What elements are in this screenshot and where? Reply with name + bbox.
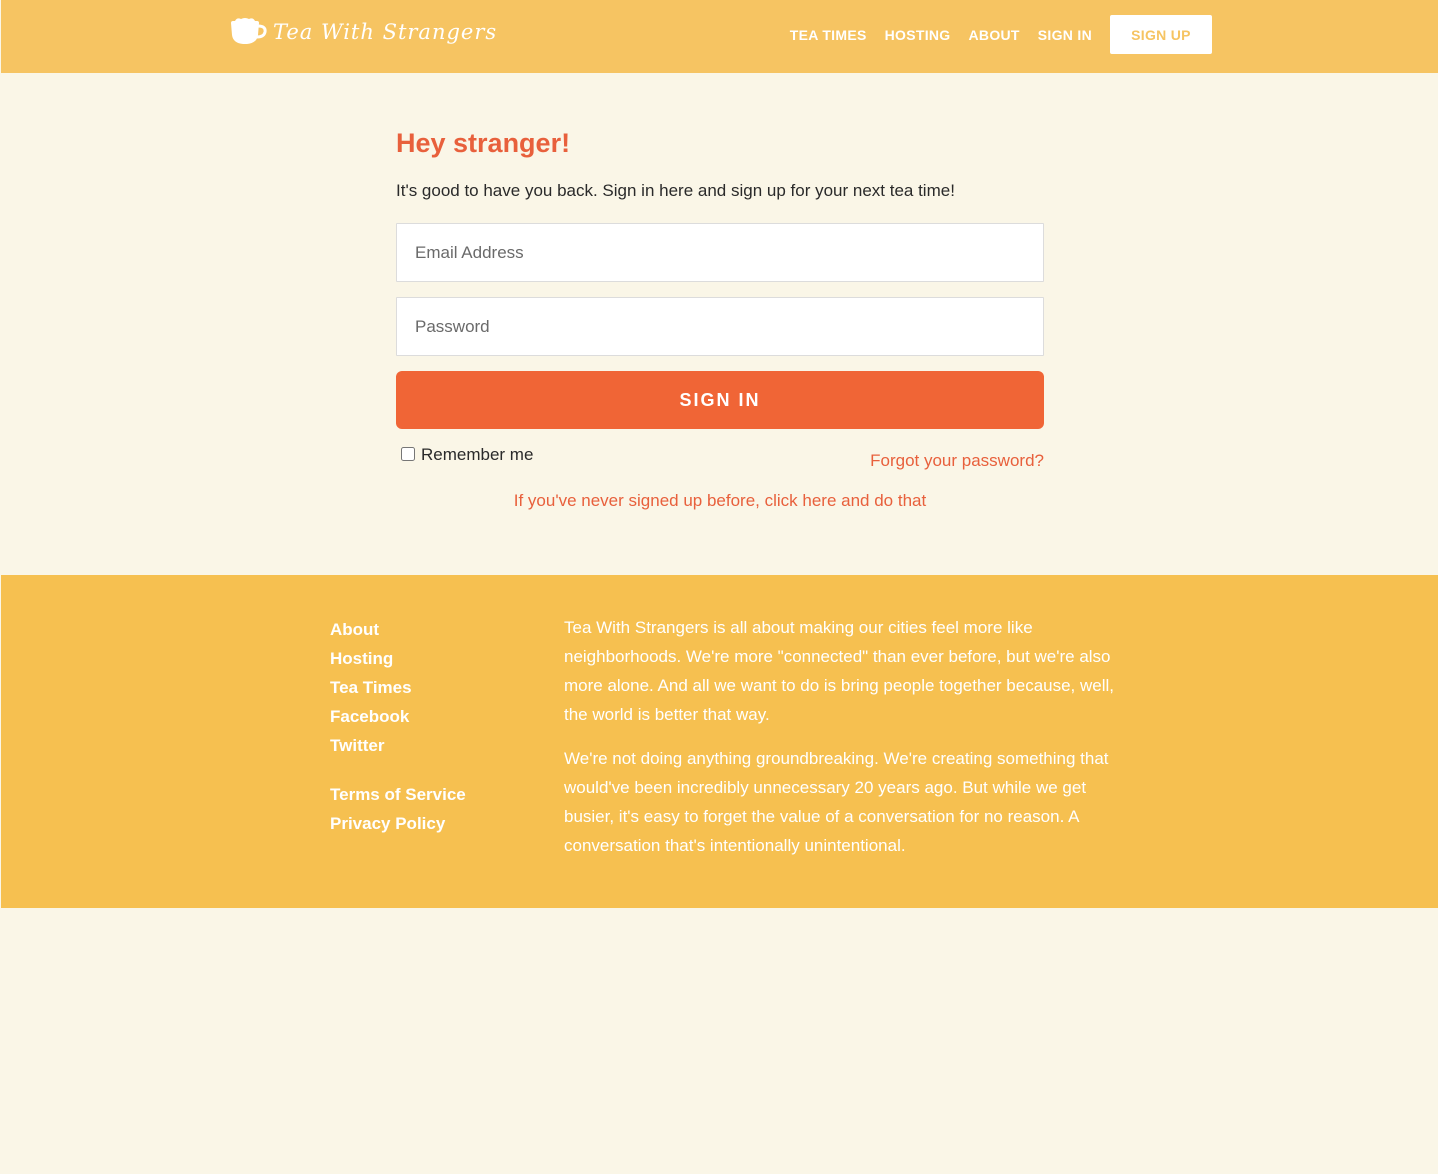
form-options: Remember me Forgot your password?	[396, 443, 1044, 483]
footer-link-spacer	[330, 760, 466, 780]
footer-link-privacy[interactable]: Privacy Policy	[330, 809, 466, 838]
sign-up-link[interactable]: If you've never signed up before, click …	[396, 491, 1044, 511]
email-input[interactable]	[396, 223, 1044, 282]
footer-link-terms[interactable]: Terms of Service	[330, 780, 466, 809]
footer-link-twitter[interactable]: Twitter	[330, 731, 466, 760]
sign-in-button[interactable]: SIGN IN	[396, 371, 1044, 429]
forgot-password-link[interactable]: Forgot your password?	[870, 451, 1044, 471]
logo[interactable]: Tea With Strangers	[229, 16, 497, 48]
remember-me-checkbox[interactable]	[401, 446, 415, 461]
teacup-icon	[231, 18, 267, 44]
footer-links: About Hosting Tea Times Facebook Twitter…	[330, 615, 466, 838]
page-title: Hey stranger!	[396, 128, 571, 158]
footer-about: Tea With Strangers is all about making o…	[564, 613, 1129, 860]
main-nav: TEA TIMES HOSTING ABOUT SIGN IN SIGN UP	[772, 15, 1212, 54]
site-header: Tea With Strangers TEA TIMES HOSTING ABO…	[1, 0, 1438, 73]
password-input[interactable]	[396, 297, 1044, 356]
footer-paragraph: Tea With Strangers is all about making o…	[564, 618, 1115, 724]
footer-link-about[interactable]: About	[330, 615, 466, 644]
nav-sign-in[interactable]: SIGN IN	[1038, 27, 1092, 43]
remember-me-label: Remember me	[421, 445, 534, 464]
footer-link-hosting[interactable]: Hosting	[330, 644, 466, 673]
footer-link-facebook[interactable]: Facebook	[330, 702, 466, 731]
footer-paragraph: We're not doing anything groundbreaking.…	[564, 749, 1109, 855]
sign-up-button[interactable]: SIGN UP	[1110, 15, 1212, 54]
intro-text: It's good to have you back. Sign in here…	[396, 181, 955, 200]
logo-text: Tea With Strangers	[273, 20, 498, 44]
nav-tea-times[interactable]: TEA TIMES	[790, 27, 867, 43]
signin-form: Hey stranger! It's good to have you back…	[396, 120, 1044, 511]
remember-me[interactable]: Remember me	[401, 445, 533, 465]
nav-about[interactable]: ABOUT	[969, 27, 1020, 43]
site-footer: About Hosting Tea Times Facebook Twitter…	[1, 575, 1438, 908]
footer-link-tea-times[interactable]: Tea Times	[330, 673, 466, 702]
nav-hosting[interactable]: HOSTING	[885, 27, 951, 43]
